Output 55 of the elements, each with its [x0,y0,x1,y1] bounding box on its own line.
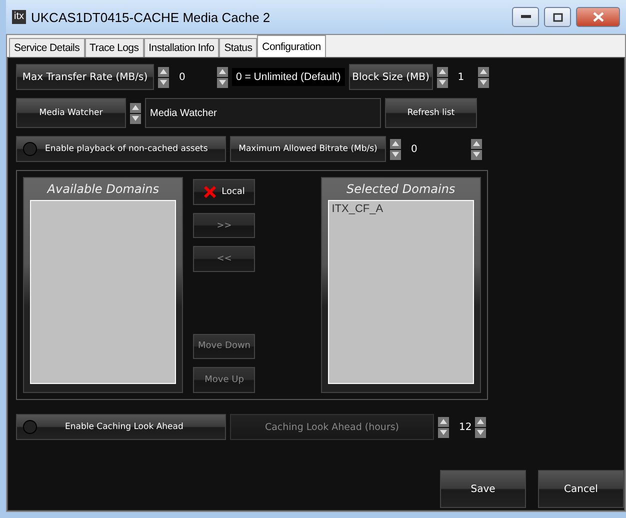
window-title: UKCAS1DT0415-CACHE Media Cache 2 [31,10,272,24]
increment-button[interactable] [436,66,448,76]
close-icon [592,12,604,22]
block-size-button[interactable]: Block Size (MB) [348,64,433,90]
look-ahead-hours-label: Caching Look Ahead (hours) [230,414,434,440]
look-ahead-hours-value: 12 [458,422,471,432]
app-logo: itx [12,10,26,24]
tab[interactable]: Configuration [257,35,326,57]
decrement-button[interactable] [436,78,448,88]
bitrate-value: 0 [410,144,418,154]
decrement-button[interactable] [390,150,401,160]
toggle-label: Enable Caching Look Ahead [64,422,184,432]
list-title: Available Domains [47,181,159,198]
transfer-rate-value: 0 [178,72,186,82]
list-title: Selected Domains [346,181,456,198]
block-size-value: 1 [456,72,466,82]
local-button[interactable]: Local [193,179,256,205]
look-ahead-toggle-button[interactable]: Enable Caching Look Ahead [16,414,226,440]
increment-button[interactable] [390,138,401,148]
decrement-button[interactable] [130,114,141,124]
minimize-button[interactable] [512,7,539,27]
media-watcher-field[interactable]: Media Watcher [145,98,381,128]
decrement-button[interactable] [475,428,486,438]
decrement-button[interactable] [217,78,228,88]
increment-button[interactable] [475,416,486,426]
tab[interactable]: Status [219,38,258,57]
cross-icon [204,186,216,198]
increment-button[interactable] [471,138,482,148]
decrement-button[interactable] [478,78,489,88]
increment-button[interactable] [478,66,489,76]
tab[interactable]: Trace Logs [84,38,144,57]
footer-button[interactable]: Cancel [538,470,624,508]
decrement-button[interactable] [471,150,482,160]
media-watcher-button[interactable]: Media Watcher [16,98,126,128]
increment-button[interactable] [438,416,449,426]
decrement-button[interactable] [158,78,169,88]
minimize-icon [520,15,530,19]
list-area[interactable]: ITX_CF_A [328,200,474,384]
toggle-label: Enable playback of non-cached assets [45,144,208,154]
increment-button[interactable] [217,66,228,76]
increment-button[interactable] [130,102,141,112]
footer-button[interactable]: Save [440,470,526,508]
playback-toggle-button[interactable]: Enable playback of non-cached assets [16,136,226,162]
max-bitrate-button[interactable]: Maximum Allowed Bitrate (Mb/s) [230,136,386,162]
decrement-button[interactable] [438,428,449,438]
unlimited-note: 0 = Unlimited (Default) [232,68,345,86]
refresh-list-button[interactable]: Refresh list [385,98,477,128]
tab[interactable]: Installation Info [144,38,220,57]
tab[interactable]: Service Details [9,38,85,57]
maximize-button[interactable] [544,7,571,27]
increment-button[interactable] [158,66,169,76]
domain-item[interactable]: ITX_CF_A [332,203,470,215]
close-button[interactable] [576,7,620,27]
maximize-icon [552,12,562,22]
max-transfer-rate-button[interactable]: Max Transfer Rate (MB/s) [16,64,154,90]
